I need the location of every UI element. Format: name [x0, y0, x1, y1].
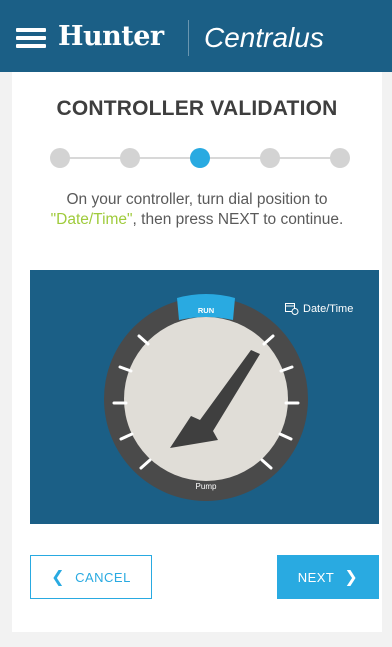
step-dot-1 [50, 148, 70, 168]
calendar-clock-icon [285, 303, 299, 315]
step-dot-4 [260, 148, 280, 168]
date-time-label: Date/Time [303, 303, 354, 315]
top-bar: Hunter Centralus [0, 0, 392, 72]
instruction-text: On your controller, turn dial position t… [50, 191, 344, 228]
cancel-button[interactable]: ❮ CANCEL [30, 555, 152, 599]
chevron-left-icon: ❮ [51, 569, 66, 586]
brand-logo: Hunter [58, 21, 164, 52]
step-dot-5 [330, 148, 350, 168]
app-name: Centralus [204, 22, 324, 53]
run-label: RUN [198, 306, 214, 315]
pump-label: Pump [196, 482, 217, 491]
date-time-indicator: Date/Time [285, 303, 353, 315]
dial-face [124, 317, 288, 481]
chevron-right-icon: ❯ [344, 569, 359, 586]
next-label: NEXT [297, 569, 335, 585]
step-indicator [50, 148, 350, 168]
instruction-highlight: "Date/Time" [50, 211, 133, 228]
page-title: CONTROLLER VALIDATION [56, 97, 338, 120]
step-dot-2 [120, 148, 140, 168]
cancel-label: CANCEL [75, 569, 131, 585]
next-button[interactable]: NEXT ❯ [277, 555, 379, 599]
brand-divider [188, 20, 189, 56]
step-dot-3-active [190, 148, 210, 168]
menu-icon[interactable] [16, 28, 46, 48]
